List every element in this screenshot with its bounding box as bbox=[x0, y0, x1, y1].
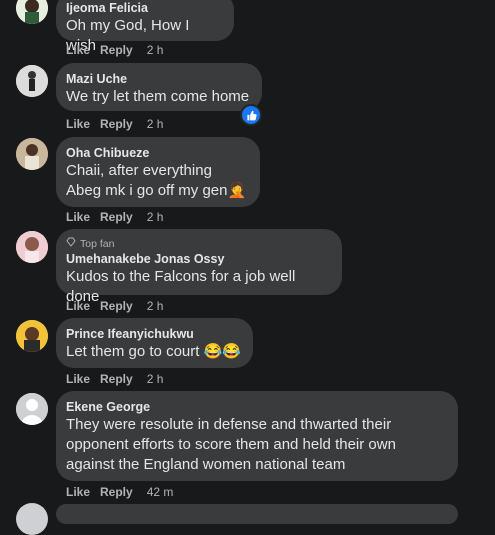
reply-button[interactable]: Reply bbox=[100, 298, 133, 314]
comment-timestamp[interactable]: 2 h bbox=[147, 209, 164, 225]
comment-text: against the England women national team bbox=[66, 456, 346, 473]
comment-author[interactable]: Umehanakebe Jonas Ossy bbox=[66, 251, 330, 267]
avatar[interactable] bbox=[16, 393, 48, 425]
avatar[interactable] bbox=[16, 231, 48, 263]
comment-bubble: Ekene George They were resolute in defen… bbox=[56, 391, 458, 481]
comment-actions: Like Reply 2 h bbox=[66, 42, 163, 58]
comment-bubble: Mazi Uche We try let them come home bbox=[56, 63, 262, 111]
badge-label: Top fan bbox=[80, 238, 115, 250]
avatar[interactable] bbox=[16, 0, 48, 24]
reply-button[interactable]: Reply bbox=[100, 484, 133, 500]
reply-button[interactable]: Reply bbox=[100, 116, 133, 132]
comment-actions: Like Reply 42 m bbox=[66, 484, 173, 500]
reply-button[interactable]: Reply bbox=[100, 209, 133, 225]
like-button[interactable]: Like bbox=[66, 42, 90, 58]
like-button[interactable]: Like bbox=[66, 116, 90, 132]
comment-actions: Like Reply 2 h bbox=[66, 209, 163, 225]
comment-text: Let them go to court 😂😂 bbox=[66, 343, 241, 360]
avatar[interactable] bbox=[16, 320, 48, 352]
comment-timestamp[interactable]: 2 h bbox=[147, 42, 164, 58]
comment-actions: Like Reply 2 h bbox=[66, 116, 163, 132]
comment-bubble: Ijeoma Felicia Oh my God, How I wish bbox=[56, 0, 234, 54]
comment-actions: Like Reply 2 h bbox=[66, 298, 163, 314]
comment-timestamp[interactable]: 42 m bbox=[147, 484, 174, 500]
comment-author[interactable]: Ijeoma Felicia bbox=[66, 0, 222, 16]
comment-author[interactable]: Ekene George bbox=[66, 399, 446, 415]
like-reaction-icon[interactable] bbox=[240, 104, 262, 126]
comment-author[interactable]: Oha Chibueze bbox=[66, 145, 248, 161]
comment-text: They were resolute in defense and thwart… bbox=[66, 416, 392, 433]
comment-bubble: Top fan Umehanakebe Jonas Ossy Kudos to … bbox=[56, 229, 342, 305]
comment-bubble bbox=[56, 504, 458, 524]
top-fan-badge: Top fan bbox=[66, 237, 330, 251]
reply-button[interactable]: Reply bbox=[100, 371, 133, 387]
comment-timestamp[interactable]: 2 h bbox=[147, 116, 164, 132]
avatar[interactable] bbox=[16, 65, 48, 97]
like-button[interactable]: Like bbox=[66, 209, 90, 225]
comment-text: Chaii, after everything bbox=[66, 162, 212, 179]
comment-text: Abeg mk i go off my gen🤦 bbox=[66, 182, 247, 199]
like-button[interactable]: Like bbox=[66, 371, 90, 387]
comment-actions: Like Reply 2 h bbox=[66, 371, 163, 387]
like-button[interactable]: Like bbox=[66, 298, 90, 314]
diamond-icon bbox=[66, 237, 76, 251]
comment-author[interactable]: Mazi Uche bbox=[66, 71, 250, 87]
reply-button[interactable]: Reply bbox=[100, 42, 133, 58]
comment-author[interactable]: Prince Ifeanyichukwu bbox=[66, 326, 241, 342]
comment-bubble: Prince Ifeanyichukwu Let them go to cour… bbox=[56, 318, 253, 368]
like-button[interactable]: Like bbox=[66, 484, 90, 500]
comment-timestamp[interactable]: 2 h bbox=[147, 371, 164, 387]
avatar[interactable] bbox=[16, 138, 48, 170]
comment-text: We try let them come home bbox=[66, 88, 250, 105]
comment-bubble: Oha Chibueze Chaii, after everything Abe… bbox=[56, 137, 260, 207]
comment-text: opponent efforts to score them and held … bbox=[66, 436, 396, 453]
comment-timestamp[interactable]: 2 h bbox=[147, 298, 164, 314]
